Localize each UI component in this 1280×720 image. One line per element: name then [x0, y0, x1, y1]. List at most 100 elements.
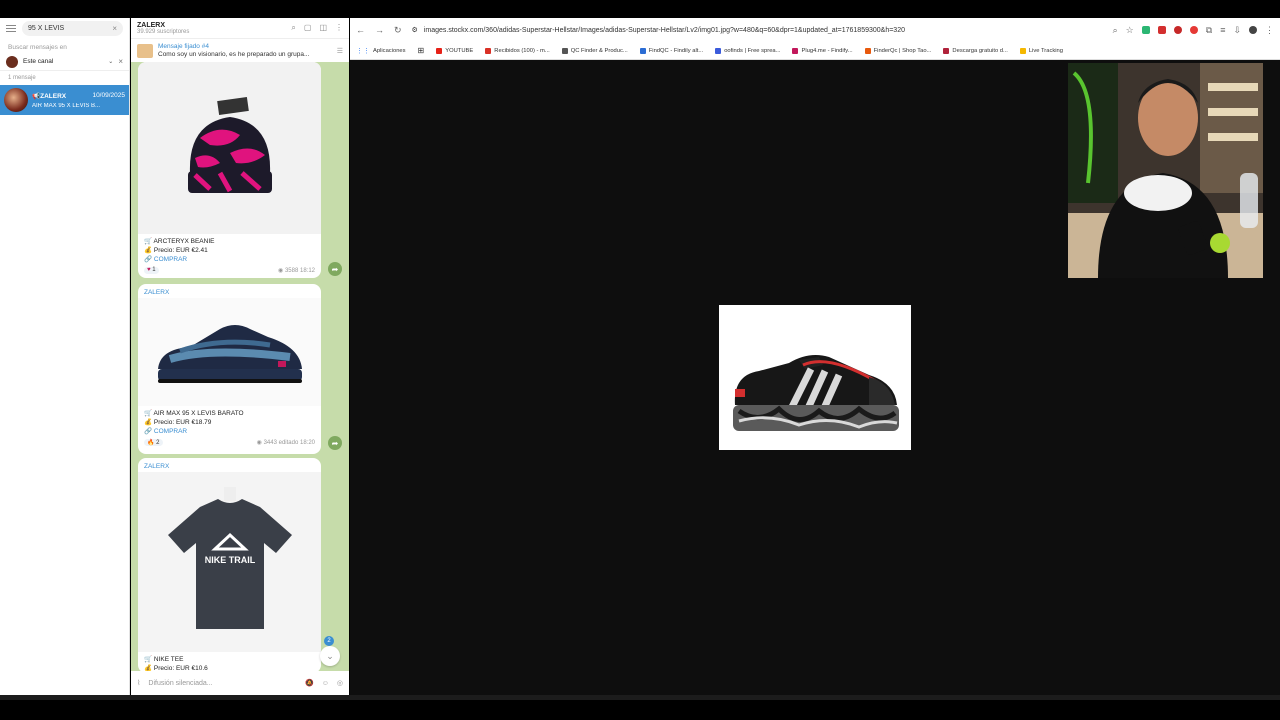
- eye-icon: ◉: [278, 268, 284, 274]
- pinned-text: Como soy un visionario, es he preparado …: [158, 51, 310, 58]
- bookmark-item[interactable]: QC Finder & Produc...: [561, 47, 628, 54]
- buy-link[interactable]: COMPRAR: [154, 256, 187, 263]
- beanie-photo[interactable]: [138, 62, 321, 234]
- extension-icon[interactable]: [1189, 26, 1198, 34]
- bookmark-item[interactable]: ⋮⋮ Aplicaciones: [356, 47, 406, 55]
- site-icon: [943, 47, 950, 54]
- bookmark-item[interactable]: Live Tracking: [1019, 47, 1063, 54]
- bottom-black-bar: [0, 695, 1280, 720]
- pinned-thumbnail: [137, 43, 153, 58]
- address-bar[interactable]: ⚙ images.stockx.com/360/adidas-Superstar…: [412, 26, 1103, 35]
- message-author: ZALERX: [144, 289, 170, 296]
- extension-icon[interactable]: [1157, 26, 1166, 34]
- message-author: ZALERX: [144, 463, 170, 470]
- item-name: ARCTERYX BEANIE: [153, 238, 215, 245]
- filter-label: Este canal: [23, 58, 54, 65]
- bookmark-item[interactable]: oofinds | Free sprea...: [715, 47, 780, 54]
- chat-list-item[interactable]: 📢ZALERX 10/09/2025 AIR MAX 95 X LEVIS B.…: [0, 85, 129, 115]
- result-count: 1 mensaje: [8, 75, 36, 81]
- sneaker-photo[interactable]: [138, 298, 321, 406]
- message-post: 🛒 ARCTERYX BEANIE 💰 Precio: EUR €2.41 🔗 …: [138, 62, 321, 278]
- scroll-down-button[interactable]: ⌄: [320, 646, 340, 666]
- browser-window: ← → ↻ ⚙ images.stockx.com/360/adidas-Sup…: [350, 18, 1280, 695]
- pinned-message-bar[interactable]: Mensaje fijado #4 Como soy un visionario…: [131, 38, 349, 62]
- site-icon: [639, 47, 646, 54]
- money-icon: 💰: [144, 419, 153, 426]
- channel-title: ZALERX: [137, 21, 165, 29]
- bookmark-item[interactable]: YOUTUBE: [436, 47, 473, 54]
- superstar-shoe-image: [719, 305, 911, 450]
- webcam-overlay: [1068, 63, 1263, 278]
- channel-header[interactable]: ZALERX 39.929 suscriptores ⌕ ▢ ◫ ⋮: [131, 18, 349, 38]
- air-max-image: [157, 325, 302, 383]
- more-icon[interactable]: ⋮: [335, 23, 343, 33]
- search-scope-filter[interactable]: Este canal ⌄ ×: [0, 53, 129, 71]
- buy-link[interactable]: COMPRAR: [154, 428, 187, 435]
- apps-grid-icon: ⋮⋮: [356, 47, 370, 55]
- item-price: Precio: EUR €18.79: [153, 419, 212, 426]
- back-icon[interactable]: ←: [356, 25, 365, 35]
- product-image-viewer[interactable]: [719, 305, 911, 450]
- search-row: 95 X LEVIS ×: [0, 18, 129, 38]
- puzzle-icon[interactable]: ⧉: [1206, 25, 1212, 36]
- forward-button[interactable]: ➦: [328, 262, 342, 276]
- forward-button[interactable]: ➦: [328, 436, 342, 450]
- camera-icon[interactable]: ◎: [337, 679, 343, 687]
- top-black-bar: [0, 0, 1280, 20]
- tshirt-image: NIKE TRAIL: [167, 487, 292, 629]
- forward-icon[interactable]: →: [375, 25, 384, 35]
- bookmark-item[interactable]: FinderQc | Shop Tao...: [864, 47, 931, 54]
- item-name: NIKE TEE: [153, 656, 184, 663]
- close-filter-icon[interactable]: ×: [118, 57, 123, 66]
- tag-icon: 🛒: [144, 656, 153, 663]
- bookmark-item[interactable]: Descarga gratuito d...: [943, 47, 1008, 54]
- reload-icon[interactable]: ↻: [394, 25, 402, 36]
- message-time: editado 18:20: [278, 440, 315, 446]
- message-meta: ◉ 3443 editado 18:20: [257, 439, 315, 446]
- message-meta: ◉ 3588 18:12: [278, 267, 315, 274]
- site-icon: [561, 47, 568, 54]
- zoom-icon[interactable]: ⌕: [1113, 25, 1118, 36]
- item-price: Precio: EUR €2.41: [153, 247, 208, 254]
- extension-icon[interactable]: [1141, 26, 1150, 34]
- link-icon: 🔗: [144, 256, 153, 263]
- pinned-list-icon[interactable]: ☰: [337, 47, 343, 55]
- compose-input[interactable]: Difusión silenciada...: [148, 680, 297, 687]
- reaction-fire[interactable]: 🔥 2: [144, 439, 163, 446]
- eye-icon: ◉: [256, 440, 262, 446]
- comments-icon[interactable]: ▢: [304, 23, 312, 33]
- grid-icon[interactable]: ⊞: [418, 46, 425, 55]
- extensions-area: ⌕ ☆ ⧉ ≡ ⇩ ⋮: [1113, 25, 1274, 36]
- address-bar-row: ← → ↻ ⚙ images.stockx.com/360/adidas-Sup…: [350, 18, 1280, 42]
- bookmark-item[interactable]: Recibidos (100) - m...: [485, 47, 550, 54]
- clear-search-icon[interactable]: ×: [112, 24, 117, 33]
- mute-bell-icon[interactable]: 🔕: [305, 679, 314, 687]
- attach-icon[interactable]: ⌇: [137, 679, 140, 687]
- site-info-icon[interactable]: ⚙: [412, 26, 418, 34]
- compose-bar: ⌇ Difusión silenciada... 🔕 ☺ ◎: [131, 671, 349, 695]
- search-input[interactable]: 95 X LEVIS ×: [22, 20, 123, 36]
- emoji-icon[interactable]: ☺: [322, 680, 329, 687]
- tshirt-photo[interactable]: NIKE TRAIL: [138, 472, 321, 652]
- reaction-heart[interactable]: ♥ 1: [144, 267, 159, 274]
- menu-icon[interactable]: [6, 24, 16, 32]
- queue-icon[interactable]: ≡: [1220, 25, 1225, 35]
- more-icon[interactable]: ⋮: [1265, 25, 1274, 36]
- profile-avatar[interactable]: [1249, 26, 1257, 34]
- link-icon: 🔗: [144, 428, 153, 435]
- extension-icon[interactable]: [1173, 26, 1182, 34]
- channel-avatar-small: [6, 55, 18, 68]
- site-icon: [1019, 47, 1026, 54]
- downloads-icon[interactable]: ⇩: [1233, 25, 1241, 36]
- beanie-image: [187, 96, 272, 193]
- view-count: 3588: [284, 268, 299, 274]
- chat-preview: AIR MAX 95 X LEVIS B...: [32, 102, 101, 109]
- bookmark-star-icon[interactable]: ☆: [1126, 25, 1134, 36]
- bookmark-item[interactable]: FindQC - Findily alt...: [639, 47, 703, 54]
- sidebar-toggle-icon[interactable]: ◫: [319, 23, 327, 33]
- fire-icon: 🔥: [147, 440, 155, 446]
- bookmark-item[interactable]: Plug4.me - Findify...: [792, 47, 853, 54]
- message-post: ZALERX 🛒 AIR MAX 95 X LEVIS BARATO 💰 Pre…: [138, 284, 321, 454]
- search-icon[interactable]: ⌕: [291, 23, 295, 33]
- chevron-down-icon: ⌄: [108, 59, 114, 65]
